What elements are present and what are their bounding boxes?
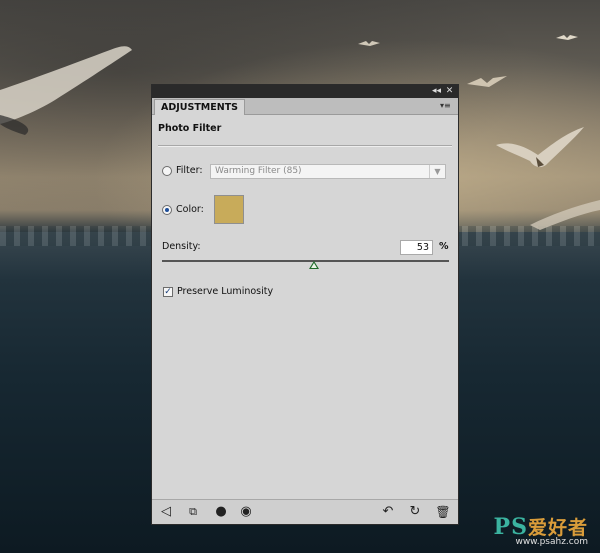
filter-label: Filter: — [176, 165, 203, 176]
seagull-small-3 — [467, 76, 507, 87]
filter-radio[interactable] — [162, 166, 172, 176]
watermark: PS爱好者 www.psahz.com — [494, 513, 588, 547]
back-arrow-icon[interactable]: ◁ — [157, 503, 175, 521]
seagull-small-1 — [358, 41, 380, 46]
section-title: Photo Filter — [158, 123, 222, 134]
density-slider-thumb[interactable] — [309, 261, 320, 269]
divider — [158, 145, 452, 147]
seagull-small-2 — [556, 35, 578, 40]
adjustments-panel: ◂◂ ✕ ADJUSTMENTS ▾≡ Photo Filter Filter:… — [151, 84, 459, 525]
seagull-right-edge — [530, 200, 600, 230]
watermark-logo: PS爱好者 — [493, 514, 588, 540]
panel-bottom-toolbar: ◁ ⧉ ● ◉ ↶ ↻ 🗑 — [152, 499, 458, 524]
trash-icon[interactable]: 🗑 — [434, 503, 452, 521]
panel-titlebar[interactable]: ◂◂ ✕ — [152, 85, 458, 98]
visibility-toggle-icon[interactable]: ● — [212, 503, 230, 521]
color-radio[interactable] — [162, 205, 172, 215]
seagull-flying — [496, 127, 584, 168]
density-slider-track[interactable] — [162, 260, 449, 262]
filter-select[interactable]: Warming Filter (85) ▼ — [210, 164, 446, 179]
preserve-luminosity-checkbox[interactable]: ✓ — [163, 287, 173, 297]
panel-menu-icon[interactable]: ▾≡ — [440, 101, 454, 111]
clip-to-layer-icon[interactable]: ⧉ — [184, 503, 202, 521]
tab-adjustments[interactable]: ADJUSTMENTS — [154, 99, 246, 115]
eye-icon[interactable]: ◉ — [237, 503, 255, 521]
density-label: Density: — [162, 241, 201, 252]
chevron-down-icon[interactable]: ▼ — [429, 165, 445, 178]
filter-select-value: Warming Filter (85) — [215, 166, 302, 176]
density-input[interactable]: 53 — [400, 240, 433, 255]
tab-row: ADJUSTMENTS ▾≡ — [152, 98, 458, 115]
collapse-icon[interactable]: ◂◂ — [431, 86, 442, 97]
preserve-luminosity-label: Preserve Luminosity — [177, 286, 274, 297]
close-icon[interactable]: ✕ — [444, 86, 455, 97]
previous-state-icon[interactable]: ↶ — [379, 503, 397, 521]
color-label: Color: — [176, 204, 204, 215]
color-swatch[interactable] — [214, 195, 244, 224]
reset-icon[interactable]: ↻ — [406, 503, 424, 521]
seagull-large-wing — [0, 46, 132, 135]
density-unit: % — [439, 241, 449, 252]
